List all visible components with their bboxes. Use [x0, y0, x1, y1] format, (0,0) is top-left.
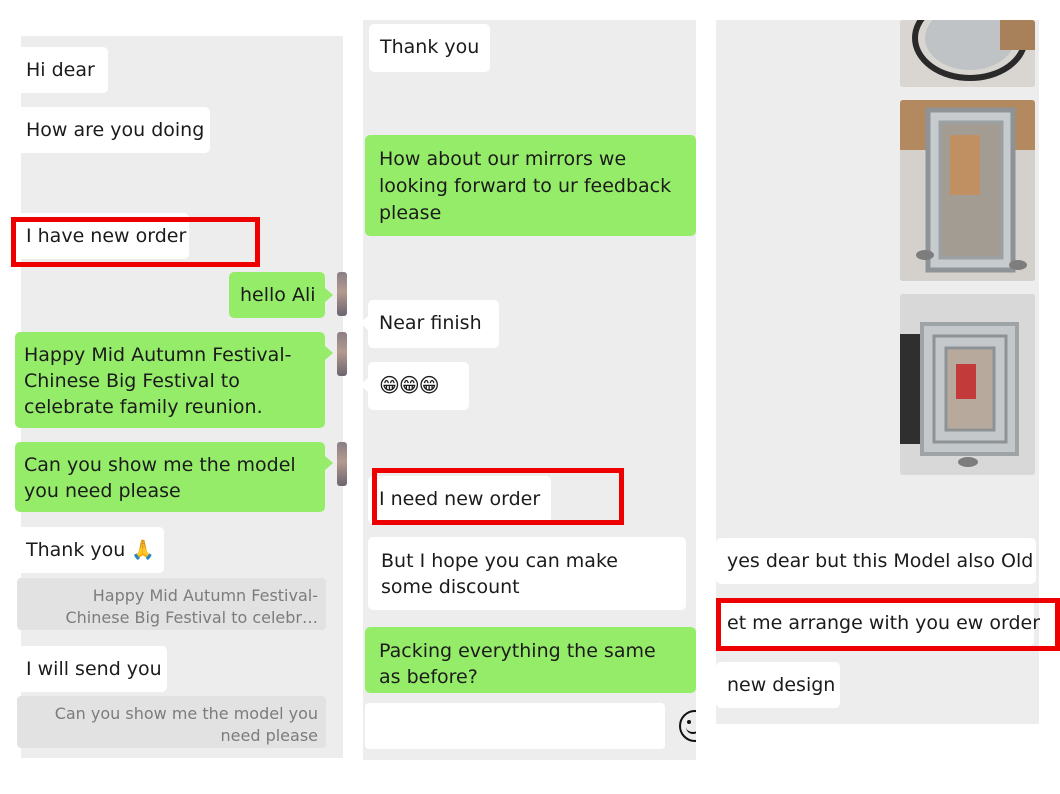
message-text: new design — [727, 674, 836, 696]
sent-message[interactable]: hello Ali — [229, 272, 325, 318]
received-message[interactable]: Thank you 🙏 — [15, 527, 164, 573]
message-text: hello Ali — [240, 284, 316, 306]
sent-message[interactable]: Can you show me the model you need pleas… — [15, 442, 325, 512]
quoted-message[interactable]: Happy Mid Autumn Festival- Chinese Big F… — [17, 578, 326, 630]
highlight-box — [716, 598, 1060, 651]
sent-message[interactable]: How about our mirrors we looking forward… — [365, 135, 696, 236]
highlight-box — [11, 217, 260, 267]
message-text: Happy Mid Autumn Festival- Chinese Big F… — [24, 344, 292, 418]
received-message[interactable]: new design — [716, 662, 840, 708]
panel-edge — [696, 0, 716, 794]
quote-text: Happy Mid Autumn Festival- Chinese Big F… — [65, 586, 318, 627]
highlight-box — [372, 468, 624, 525]
bubble-tail — [325, 288, 333, 302]
mirror-photo[interactable] — [900, 294, 1035, 475]
message-input[interactable] — [365, 703, 665, 749]
quote-text: Can you show me the model you need pleas… — [54, 704, 318, 745]
quoted-message[interactable]: Can you show me the model you need pleas… — [17, 696, 326, 748]
message-text: Hi dear — [26, 59, 95, 81]
received-message[interactable]: Near finish — [368, 300, 499, 348]
received-message[interactable]: 😁😁😁 — [368, 362, 469, 410]
message-text: I will send you — [26, 658, 162, 680]
message-text: How about our mirrors we looking forward… — [379, 148, 672, 224]
message-text: Can you show me the model you need pleas… — [24, 454, 296, 502]
message-text: How are you doing — [26, 119, 205, 141]
received-message[interactable]: yes dear but this Model also Old — [716, 538, 1036, 584]
received-message[interactable]: Hi dear — [15, 47, 108, 93]
message-text: Near finish — [379, 312, 482, 334]
received-message[interactable]: I will send you — [15, 646, 167, 692]
sent-message[interactable]: Happy Mid Autumn Festival- Chinese Big F… — [15, 332, 325, 428]
message-text: But I hope you can make some discount — [381, 550, 618, 598]
message-text: Thank you 🙏 — [26, 539, 155, 561]
mirror-photo[interactable] — [900, 100, 1035, 281]
avatar[interactable] — [337, 442, 347, 486]
received-message[interactable]: But I hope you can make some discount — [368, 537, 686, 610]
message-text: Packing everything the same as before? — [379, 640, 656, 688]
bubble-tail — [325, 456, 333, 470]
sent-message[interactable]: Packing everything the same as before? — [365, 627, 696, 693]
received-message[interactable]: Thank you — [369, 24, 490, 72]
bubble-tail — [325, 346, 333, 360]
message-text: Thank you — [380, 36, 480, 58]
emoji-text: 😁😁😁 — [379, 373, 440, 397]
message-text: yes dear but this Model also Old — [727, 550, 1034, 572]
bubble-tail — [360, 316, 368, 330]
bubble-tail — [360, 378, 368, 392]
received-message[interactable]: How are you doing — [15, 107, 210, 153]
avatar[interactable] — [337, 272, 347, 316]
avatar[interactable] — [337, 332, 347, 376]
mirror-photo[interactable] — [900, 20, 1035, 87]
